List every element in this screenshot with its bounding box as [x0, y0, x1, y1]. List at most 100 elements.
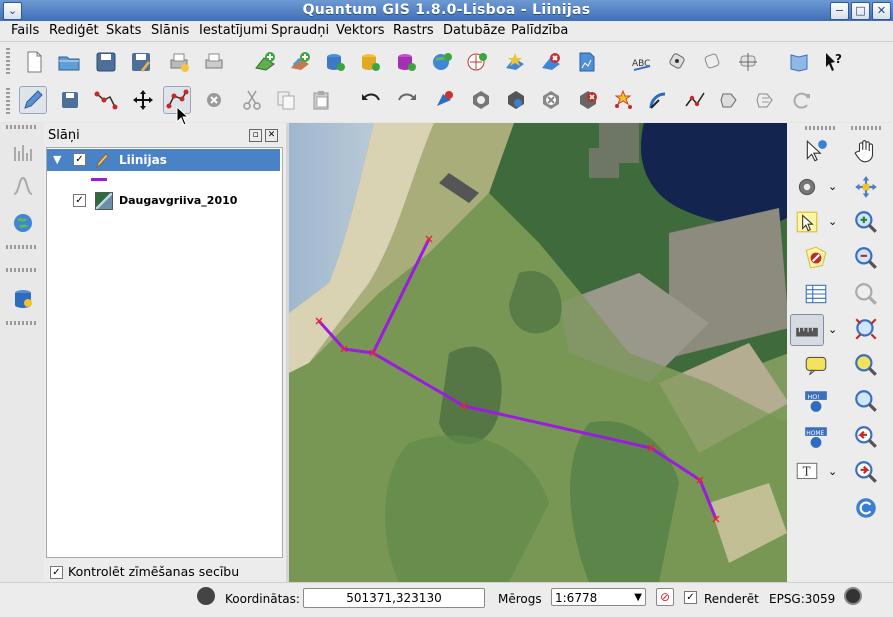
- zoom-in-icon[interactable]: [851, 207, 881, 237]
- print-icon[interactable]: [200, 48, 228, 76]
- menu-layer[interactable]: Slānis: [151, 23, 189, 38]
- help-manual-icon[interactable]: [785, 48, 813, 76]
- pan-map-icon[interactable]: [851, 136, 881, 166]
- add-mssql-layer-icon[interactable]: [392, 48, 420, 76]
- add-vector-layer-icon[interactable]: [251, 48, 279, 76]
- stop-rendering-icon[interactable]: ⊘: [656, 588, 674, 606]
- right-toolbar-grip-2[interactable]: [851, 126, 881, 130]
- merge-attributes-icon[interactable]: [752, 86, 780, 114]
- menu-database[interactable]: Datubāze: [443, 23, 505, 38]
- globe-icon[interactable]: [9, 209, 37, 237]
- zoom-last-icon[interactable]: [851, 422, 881, 452]
- layer-visibility-checkbox-2[interactable]: ✓: [73, 194, 86, 207]
- menu-settings[interactable]: Iestatījumi: [199, 23, 268, 38]
- coordinates-field[interactable]: 501371,323130: [303, 588, 485, 608]
- copy-features-icon[interactable]: [272, 86, 300, 114]
- close-panel-icon[interactable]: ✕: [265, 129, 278, 142]
- toggle-editing-icon[interactable]: [19, 86, 47, 114]
- remove-layer-icon[interactable]: [537, 48, 565, 76]
- action-dropdown-icon[interactable]: ⌄: [828, 180, 837, 193]
- histogram-stretch-icon[interactable]: [9, 172, 37, 200]
- add-feature-icon[interactable]: [92, 86, 120, 114]
- mouse-position-icon[interactable]: [197, 587, 215, 605]
- save-edits-icon[interactable]: [56, 86, 84, 114]
- menu-help[interactable]: Palīdzība: [511, 23, 568, 38]
- zoom-native-icon[interactable]: [851, 386, 881, 416]
- attribute-table-icon[interactable]: [801, 279, 831, 309]
- refresh-icon[interactable]: [851, 493, 881, 523]
- save-project-icon[interactable]: [92, 48, 120, 76]
- text-annotation-icon[interactable]: T: [792, 457, 822, 487]
- open-project-icon[interactable]: [55, 48, 83, 76]
- right-toolbar-grip[interactable]: [805, 126, 835, 130]
- layer-visibility-checkbox[interactable]: ✓: [73, 153, 86, 166]
- layer-item-daugavgriiva[interactable]: ✓ Daugavgriiva_2010: [47, 189, 282, 211]
- label-pin-icon[interactable]: [663, 48, 691, 76]
- layer-item-liinijas[interactable]: ▼ ✓ Liinijas: [47, 149, 280, 171]
- layer-tree[interactable]: ▼ ✓ Liinijas ✓ Daugavgriiva_2010: [46, 147, 283, 558]
- menu-plugins[interactable]: Spraudņi: [271, 23, 329, 38]
- labeling-icon[interactable]: ABC: [628, 48, 656, 76]
- menu-raster[interactable]: Rastrs: [393, 23, 434, 38]
- menu-edit[interactable]: Rediģēt: [49, 23, 99, 38]
- add-part-icon[interactable]: [502, 86, 530, 114]
- scale-combobox[interactable]: 1:6778 ▼: [551, 588, 646, 606]
- render-order-checkbox[interactable]: ✓: [50, 566, 63, 579]
- merge-features-icon[interactable]: [716, 86, 744, 114]
- toolbar-grip-2[interactable]: [6, 88, 10, 116]
- add-wms-layer-icon[interactable]: [428, 48, 456, 76]
- label-show-hide-icon[interactable]: [698, 48, 726, 76]
- zoom-out-icon[interactable]: [851, 243, 881, 273]
- render-checkbox[interactable]: ✓: [684, 591, 697, 604]
- measure-line-icon[interactable]: [790, 314, 824, 346]
- label-move-icon[interactable]: [734, 48, 762, 76]
- db-manager-icon[interactable]: [9, 285, 37, 313]
- action-gear-icon[interactable]: [792, 172, 822, 202]
- scale-dropdown-icon[interactable]: ▼: [634, 589, 642, 607]
- crs-status-icon[interactable]: [844, 587, 862, 605]
- zoom-to-selection-icon[interactable]: [851, 279, 881, 309]
- cut-features-icon[interactable]: [238, 86, 266, 114]
- maximize-button[interactable]: □: [851, 2, 870, 20]
- measure-dropdown-icon[interactable]: ⌄: [828, 323, 837, 336]
- delete-selected-icon[interactable]: [200, 86, 228, 114]
- add-wfs-layer-icon[interactable]: [463, 48, 491, 76]
- rotate-point-symbols-icon[interactable]: [788, 86, 816, 114]
- toolbar-grip[interactable]: [6, 48, 10, 76]
- save-as-icon[interactable]: [127, 48, 155, 76]
- select-dropdown-icon[interactable]: ⌄: [828, 215, 837, 228]
- minimize-button[interactable]: −: [830, 2, 849, 20]
- add-ring-icon[interactable]: [467, 86, 495, 114]
- left-toolbar-grip-2[interactable]: [6, 245, 36, 249]
- menu-view[interactable]: Skats: [106, 23, 141, 38]
- delete-ring-icon[interactable]: [537, 86, 565, 114]
- simplify-feature-icon[interactable]: [431, 86, 459, 114]
- left-toolbar-grip-4[interactable]: [6, 321, 36, 325]
- crs-label[interactable]: EPSG:3059: [769, 592, 835, 606]
- pan-to-selection-icon[interactable]: [851, 172, 881, 202]
- new-shapefile-icon[interactable]: [501, 48, 529, 76]
- add-spatialite-layer-icon[interactable]: [356, 48, 384, 76]
- reshape-features-icon[interactable]: [609, 86, 637, 114]
- left-toolbar-grip[interactable]: [6, 125, 36, 129]
- move-feature-icon[interactable]: [129, 86, 157, 114]
- deselect-features-icon[interactable]: [801, 243, 831, 273]
- menu-file[interactable]: Fails: [11, 23, 39, 38]
- paste-features-icon[interactable]: [307, 86, 335, 114]
- select-features-icon[interactable]: [792, 207, 822, 237]
- map-tips-icon[interactable]: [801, 350, 831, 380]
- add-raster-layer-icon[interactable]: [286, 48, 314, 76]
- delete-part-icon[interactable]: [574, 86, 602, 114]
- collapse-icon[interactable]: ▼: [53, 153, 61, 166]
- float-panel-icon[interactable]: ▫: [249, 129, 262, 142]
- show-bookmarks-icon[interactable]: HOME: [801, 422, 831, 452]
- new-gpx-layer-icon[interactable]: [573, 48, 601, 76]
- offset-curve-icon[interactable]: [645, 86, 673, 114]
- undo-icon[interactable]: [357, 86, 385, 114]
- menu-vector[interactable]: Vektors: [336, 23, 385, 38]
- whats-this-icon[interactable]: ?: [820, 48, 848, 76]
- print-composer-icon[interactable]: [165, 48, 193, 76]
- new-project-icon[interactable]: [20, 48, 48, 76]
- zoom-next-icon[interactable]: [851, 457, 881, 487]
- redo-icon[interactable]: [393, 86, 421, 114]
